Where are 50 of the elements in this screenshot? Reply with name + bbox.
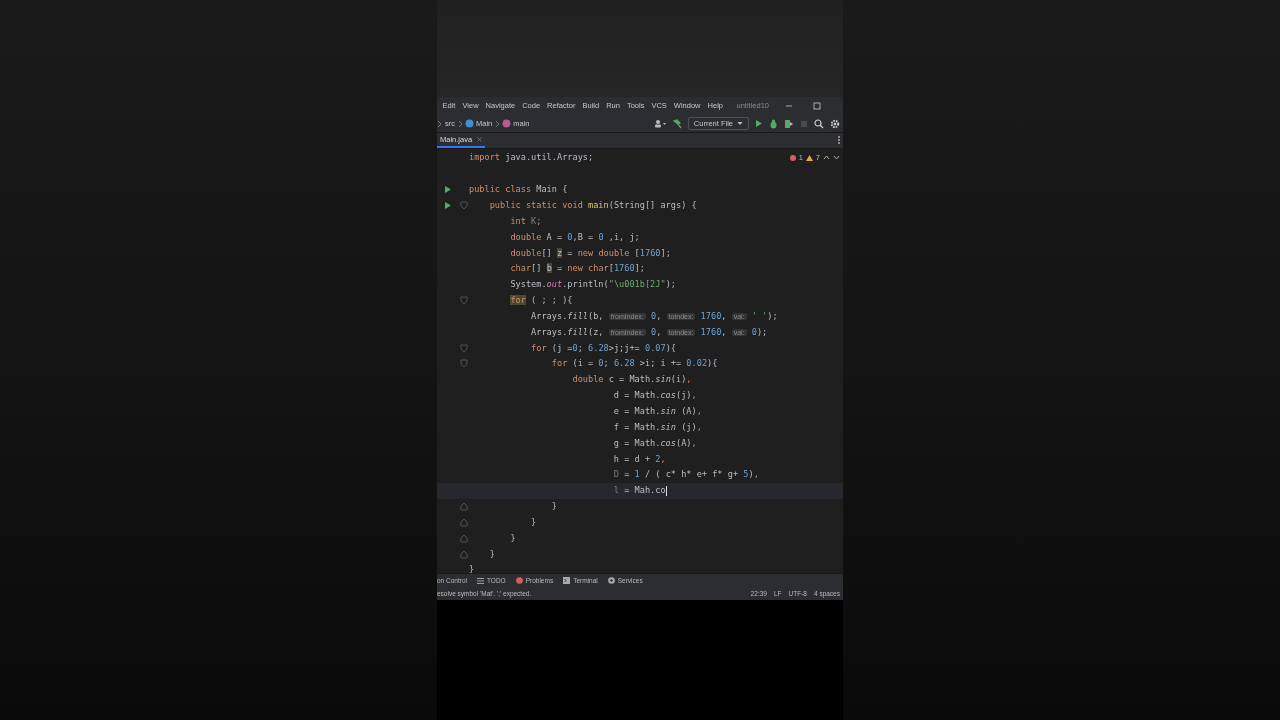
code-line: int K;: [509, 214, 542, 228]
close-icon[interactable]: [477, 137, 483, 142]
coverage-icon[interactable]: [784, 118, 794, 129]
run-icon[interactable]: [444, 200, 452, 210]
code-line: g = Math.cos(A),: [612, 436, 697, 450]
code-line: }: [509, 531, 516, 545]
run-icon[interactable]: [755, 119, 763, 128]
chevron-icon: [437, 119, 442, 128]
code-line: for ( ; ; ){: [509, 294, 573, 307]
code-line: h = d + 2,: [612, 452, 666, 466]
minimize-icon[interactable]: [785, 102, 793, 110]
caret-icon: [737, 121, 743, 126]
code-line: System.out.println("\u001b[2J");: [509, 278, 676, 292]
code-line: double[] z = new double [1760];: [509, 246, 671, 260]
code-line: char[] b = new char[1760];: [509, 262, 645, 276]
gear-icon: [607, 577, 615, 584]
run-icon[interactable]: [444, 185, 452, 195]
list-icon: [477, 577, 484, 584]
settings-icon[interactable]: [830, 118, 840, 129]
warning-icon: [805, 154, 813, 161]
search-icon[interactable]: [814, 118, 824, 129]
text-cursor: [665, 485, 667, 496]
class-icon: [465, 119, 474, 128]
code-line: f = Math.sin (j),: [612, 420, 702, 434]
code-line: }: [550, 500, 557, 513]
code-line: import java.util.Arrays;: [469, 151, 594, 165]
maximize-icon[interactable]: [813, 102, 821, 110]
code-line: double c = Math.sin(i),: [571, 373, 692, 387]
code-line: double A = 0,B = 0 ,i, j;: [509, 230, 640, 244]
code-line: D = 1 / ( c* h* e+ f* g+ 5),: [612, 468, 759, 482]
error-icon: [789, 154, 796, 161]
user-icon[interactable]: [653, 119, 666, 128]
code-line: }: [469, 563, 475, 573]
code-line: for (j =0; 6.28>j;j+= 0.07){: [530, 341, 676, 355]
code-line: }: [530, 515, 537, 529]
method-icon: [502, 119, 512, 128]
code-line: e = Math.sin (A),: [612, 404, 702, 418]
code-line: }: [488, 547, 495, 561]
bug-icon[interactable]: [769, 118, 778, 129]
code-line: public class Main {: [469, 183, 568, 197]
chevron-icon: [495, 119, 501, 128]
chevron-icon: [458, 119, 463, 128]
terminal-icon: [563, 577, 571, 584]
hammer-icon[interactable]: [671, 118, 682, 129]
code-line: l = Mah.co: [612, 484, 667, 498]
code-line: public static void main(String[] args) {: [488, 199, 697, 212]
more-icon[interactable]: [837, 135, 841, 145]
code-line: for (i = 0; 6.28 >i; i += 0.02){: [550, 357, 718, 371]
code-line: d = Math.cos(j),: [612, 389, 697, 402]
error-icon: [515, 577, 523, 584]
